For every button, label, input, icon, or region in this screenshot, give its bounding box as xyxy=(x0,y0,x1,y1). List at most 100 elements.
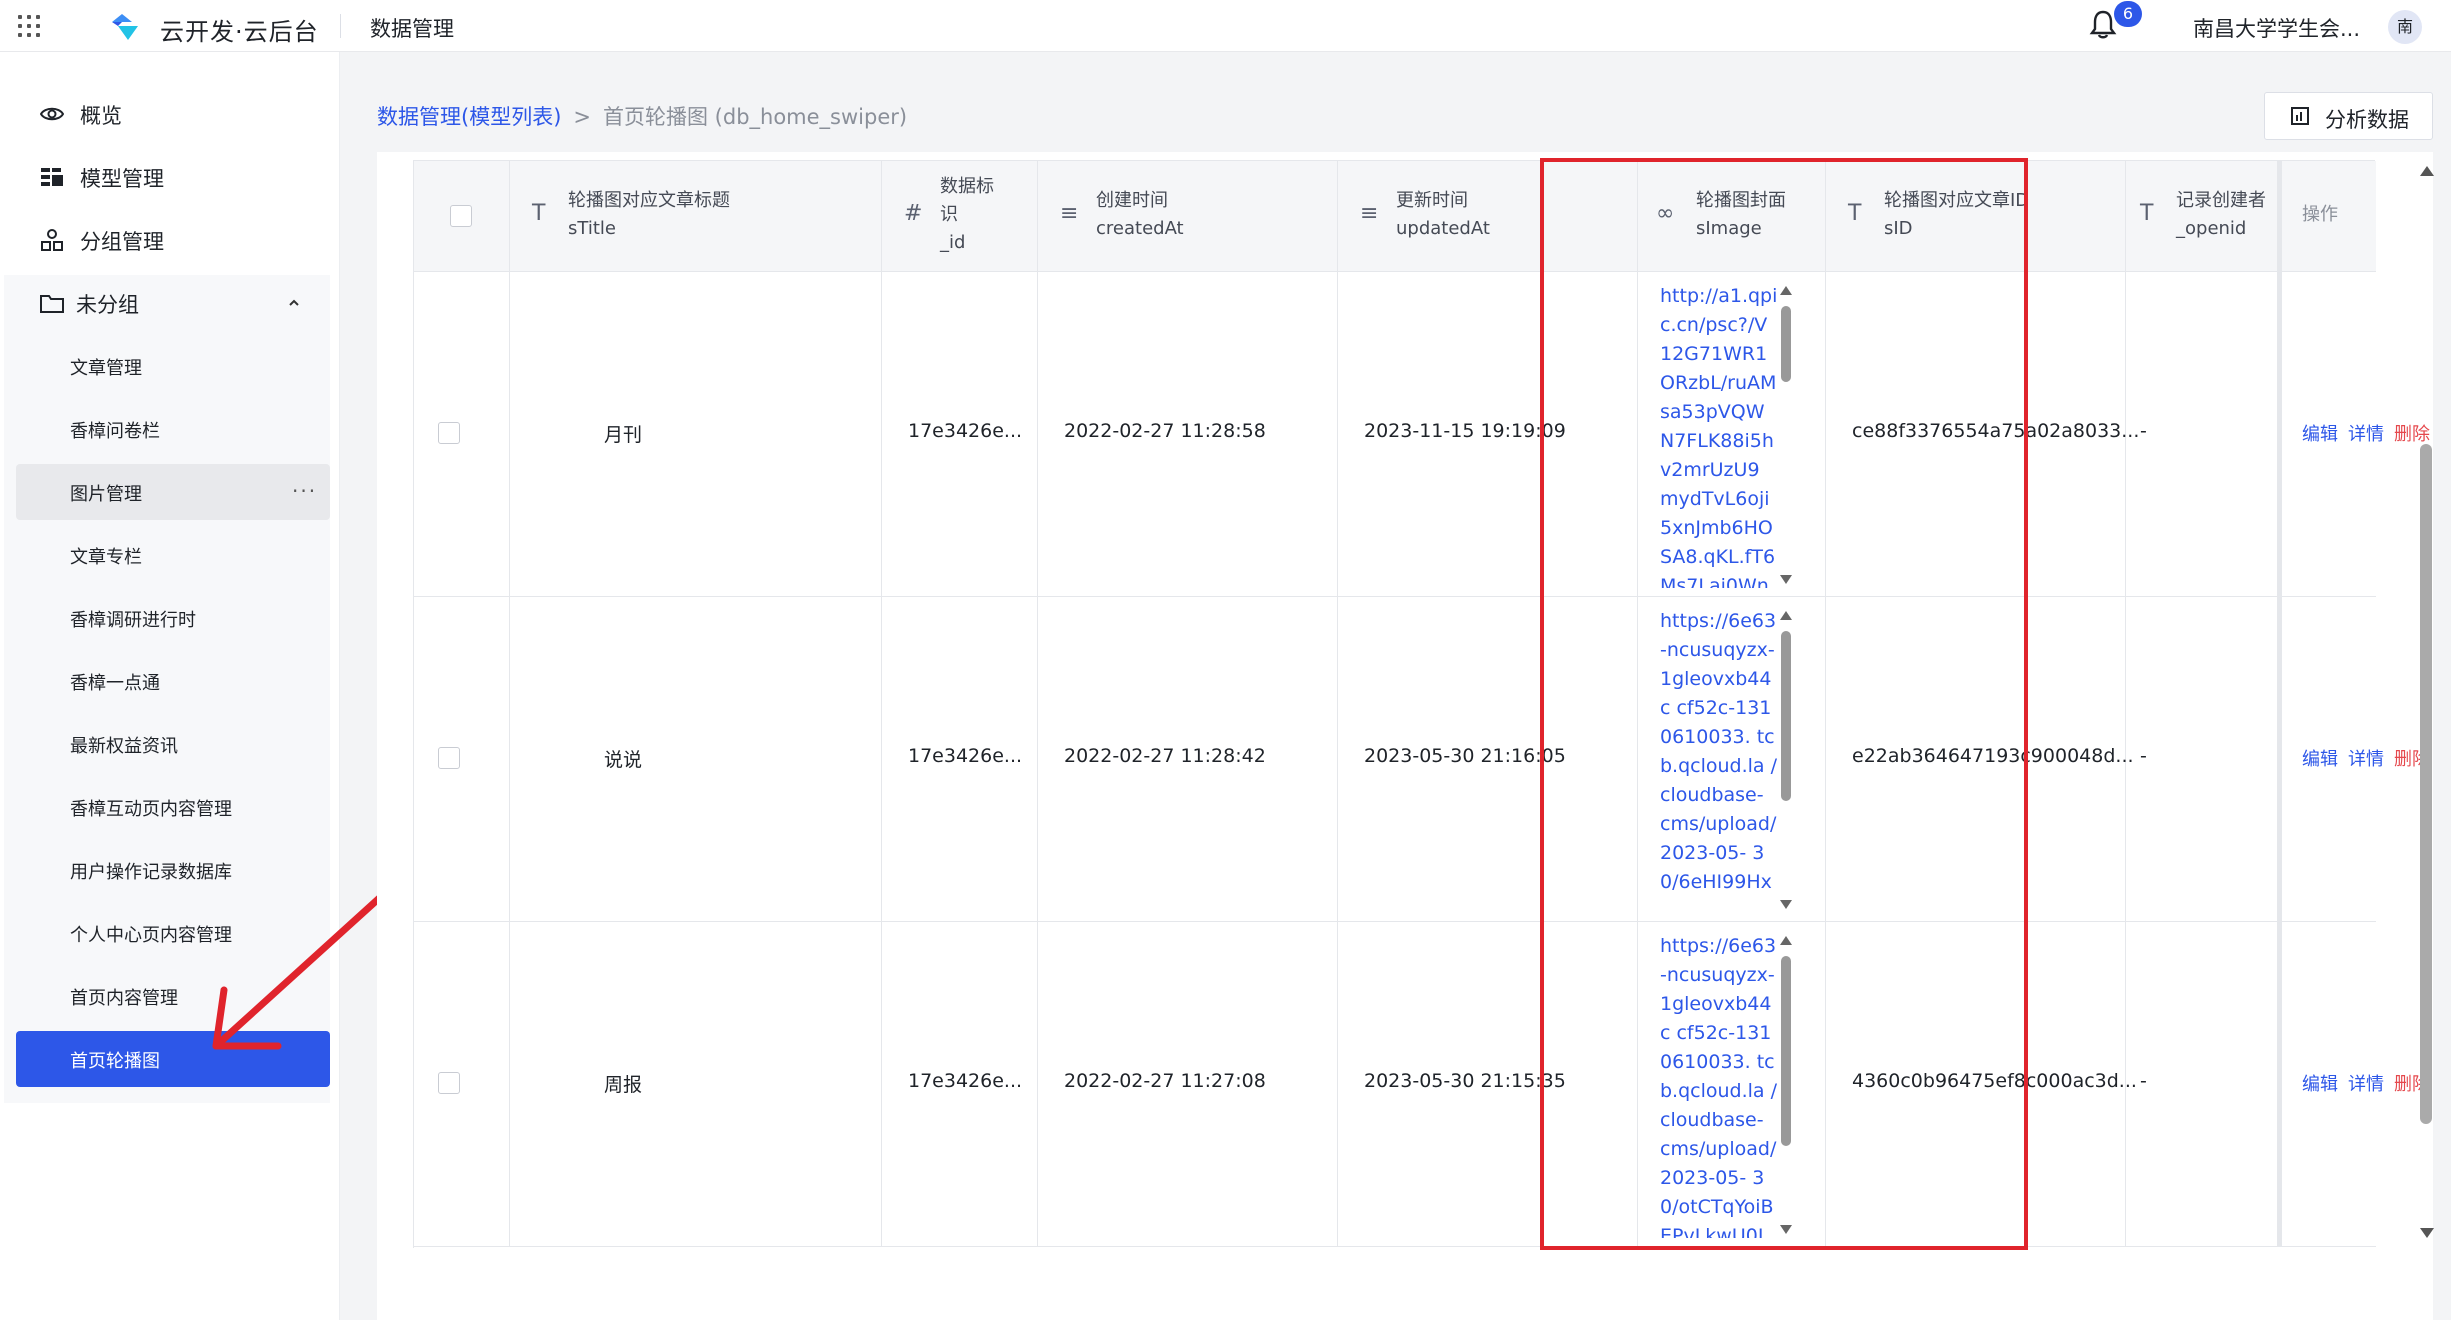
cell-text: - xyxy=(2140,1070,2147,1092)
column-label: 数据标识 xyxy=(940,176,994,225)
page-scrollbar[interactable] xyxy=(2414,152,2438,1252)
edit-link[interactable]: 编辑 xyxy=(2302,749,2338,770)
cell-stitle: 周报 xyxy=(510,922,882,1246)
sidebar-item-label: 图片管理 xyxy=(70,484,142,505)
column-label: 创建时间 xyxy=(1096,190,1168,211)
row-checkbox[interactable] xyxy=(438,422,460,444)
sidebar-item-label: 文章管理 xyxy=(70,358,142,379)
detail-link[interactable]: 详情 xyxy=(2348,1074,2384,1095)
row-checkbox-cell xyxy=(414,922,510,1246)
cell-openid: - xyxy=(2126,922,2278,1246)
more-options-icon[interactable]: ··· xyxy=(292,479,317,503)
column-header-id[interactable]: # 数据标识 _id xyxy=(882,161,1038,272)
sidebar-item-interaction-content[interactable]: 香樟互动页内容管理 xyxy=(16,779,330,835)
breadcrumb-current: 首页轮播图 (db_home_swiper) xyxy=(603,105,908,129)
account-name[interactable]: 南昌大学学生会... xyxy=(2193,13,2360,43)
breadcrumb-link[interactable]: 数据管理(模型列表) xyxy=(377,105,561,129)
page-title: 数据管理 xyxy=(370,17,454,41)
sidebar-item-article-column[interactable]: 文章专栏 xyxy=(16,527,330,583)
page-scrollbar-thumb[interactable] xyxy=(2420,444,2432,1124)
row-checkbox[interactable] xyxy=(438,747,460,769)
detail-link[interactable]: 详情 xyxy=(2348,424,2384,445)
table-row: 说说 17e3426e... 2022-02-27 11:28:42 2023-… xyxy=(414,597,2430,922)
cell-openid: - xyxy=(2126,272,2278,596)
cell-text: 2023-05-30 21:16:05 xyxy=(1364,745,1566,767)
avatar[interactable]: 南 xyxy=(2388,10,2422,44)
detail-link[interactable]: 详情 xyxy=(2348,749,2384,770)
cell-text: 17e3426e... xyxy=(908,745,1023,767)
sidebar-item-models[interactable]: 模型管理 xyxy=(0,149,340,205)
sidebar-item-articles[interactable]: 文章管理 xyxy=(16,338,330,394)
group-header[interactable]: 未分组 xyxy=(4,275,330,331)
sidebar-item-label: 首页内容管理 xyxy=(70,988,178,1009)
cell-text: 2022-02-27 11:28:42 xyxy=(1064,745,1266,767)
sidebar-item-questionnaire[interactable]: 香樟问卷栏 xyxy=(16,401,330,457)
sidebar-item-label: 文章专栏 xyxy=(70,547,142,568)
column-header-stitle[interactable]: T 轮播图对应文章标题 sTitle xyxy=(510,161,882,272)
cell-text: 2022-02-27 11:28:58 xyxy=(1064,420,1266,442)
edit-link[interactable]: 编辑 xyxy=(2302,1074,2338,1095)
cell-actions: 编辑 详情 删除 xyxy=(2278,597,2430,921)
cell-stitle: 说说 xyxy=(510,597,882,921)
date-type-icon: ≡ xyxy=(1060,201,1079,226)
column-header-actions: 操作 xyxy=(2278,161,2376,272)
cell-createdat: 2022-02-27 11:28:42 xyxy=(1038,597,1338,921)
cell-createdat: 2022-02-27 11:27:08 xyxy=(1038,922,1338,1246)
breadcrumb-separator: > xyxy=(573,105,591,129)
notification-badge: 6 xyxy=(2114,1,2142,27)
column-label: 更新时间 xyxy=(1396,190,1468,211)
column-label: 轮播图对应文章标题 xyxy=(568,190,730,211)
annotation-highlight-box xyxy=(1540,158,2028,1250)
sidebar-item-label: 香樟问卷栏 xyxy=(70,421,160,442)
header-divider xyxy=(340,14,341,38)
column-header-openid[interactable]: T 记录创建者 _openid xyxy=(2126,161,2278,272)
annotation-arrow-icon xyxy=(212,888,390,1050)
table-row: 周报 17e3426e... 2022-02-27 11:27:08 2023-… xyxy=(414,922,2430,1247)
column-field: sTitle xyxy=(568,218,616,239)
column-label: 操作 xyxy=(2302,204,2338,225)
app-grid-icon[interactable] xyxy=(18,15,42,39)
select-all-checkbox[interactable] xyxy=(450,205,472,227)
edit-link[interactable]: 编辑 xyxy=(2302,424,2338,445)
top-bar: 云开发·云后台 数据管理 6 南昌大学学生会... 南 xyxy=(0,0,2451,52)
column-header-createdat[interactable]: ≡ 创建时间 createdAt xyxy=(1038,161,1338,272)
row-checkbox-cell xyxy=(414,597,510,921)
cell-text: 17e3426e... xyxy=(908,420,1023,442)
cell-id: 17e3426e... xyxy=(882,922,1038,1246)
cell-text: 17e3426e... xyxy=(908,1070,1023,1092)
number-type-icon: # xyxy=(904,201,923,226)
sidebar-item-label: 模型管理 xyxy=(80,167,164,191)
sidebar-item-survey[interactable]: 香樟调研进行时 xyxy=(16,590,330,646)
sidebar: 概览 模型管理 分组管理 未分组 文章管理 香樟问卷栏 图片管理 ··· 文章专… xyxy=(0,52,340,1320)
app-title[interactable]: 云开发·云后台 xyxy=(160,12,319,47)
column-field: _openid xyxy=(2176,218,2247,239)
cell-text: 2022-02-27 11:27:08 xyxy=(1064,1070,1266,1092)
cell-text: 月刊 xyxy=(604,424,643,446)
breadcrumb: 数据管理(模型列表) > 首页轮播图 (db_home_swiper) xyxy=(377,101,907,131)
sidebar-item-label: 香樟调研进行时 xyxy=(70,610,196,631)
row-checkbox-cell xyxy=(414,272,510,596)
analyze-data-button[interactable]: 分析数据 xyxy=(2264,92,2433,140)
eye-icon xyxy=(40,107,64,121)
sidebar-item-groups[interactable]: 分组管理 xyxy=(0,212,340,268)
column-label: 记录创建者 xyxy=(2176,190,2266,211)
sidebar-item-overview[interactable]: 概览 xyxy=(0,86,340,142)
chart-icon xyxy=(2291,107,2309,125)
cell-text: - xyxy=(2140,745,2147,767)
cell-actions: 编辑 详情 删除 xyxy=(2278,922,2430,1246)
cell-id: 17e3426e... xyxy=(882,272,1038,596)
row-checkbox[interactable] xyxy=(438,1072,460,1094)
cell-id: 17e3426e... xyxy=(882,597,1038,921)
table-header: T 轮播图对应文章标题 sTitle # 数据标识 _id ≡ 创建时间 cre… xyxy=(414,161,2376,272)
text-type-icon: T xyxy=(532,201,546,226)
header-checkbox-cell xyxy=(414,161,510,272)
sidebar-item-label: 首页轮播图 xyxy=(70,1051,160,1072)
sidebar-item-quick-access[interactable]: 香樟一点通 xyxy=(16,653,330,709)
chevron-up-icon[interactable] xyxy=(288,297,300,309)
date-type-icon: ≡ xyxy=(1360,201,1379,226)
sidebar-item-images[interactable]: 图片管理 ··· xyxy=(16,464,330,520)
column-field: createdAt xyxy=(1096,218,1184,239)
sidebar-item-rights-news[interactable]: 最新权益资讯 xyxy=(16,716,330,772)
column-field: updatedAt xyxy=(1396,218,1490,239)
cell-text: 周报 xyxy=(604,1074,643,1096)
